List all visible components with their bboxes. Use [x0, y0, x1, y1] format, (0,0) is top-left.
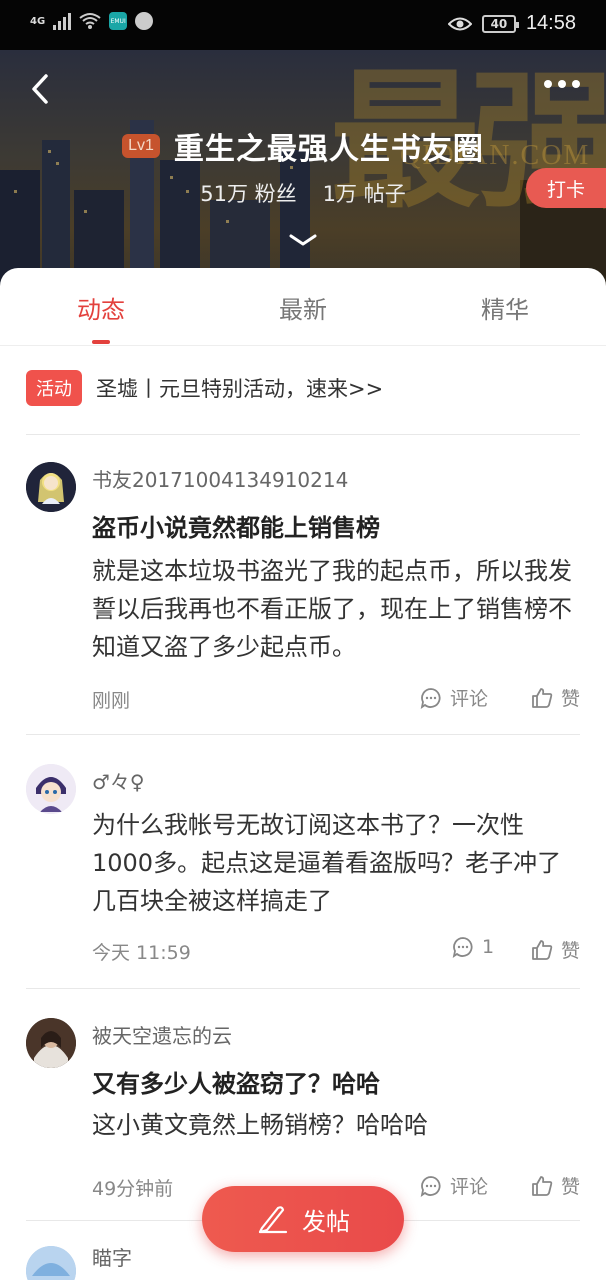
- divider: [26, 988, 580, 989]
- like-button[interactable]: 赞: [531, 936, 580, 963]
- fans-count: 51万 粉丝: [200, 182, 297, 206]
- tab-bar: 动态 最新 精华: [0, 268, 606, 346]
- checkin-button[interactable]: 打卡: [526, 168, 606, 208]
- like-label: 赞: [560, 688, 580, 710]
- comment-button[interactable]: 评论: [420, 1172, 488, 1199]
- network-label: 4G: [30, 15, 46, 27]
- like-icon: [532, 687, 553, 708]
- post-title: 又有多少人被盗窃了？哈哈: [92, 1070, 380, 1098]
- post-time: 49分钟前: [92, 1178, 174, 1200]
- post-body: 为什么我帐号无故订阅这本书了？一次性1000多。起点这是逼着看盗版吗？老子冲了几…: [92, 811, 562, 915]
- posts-count: 1万 帖子: [322, 182, 406, 206]
- divider: [26, 434, 580, 435]
- avatar[interactable]: [26, 462, 76, 512]
- chevron-down-icon[interactable]: [288, 230, 318, 250]
- comment-count: 1: [482, 936, 495, 958]
- tab-indicator: [92, 340, 110, 344]
- comment-button[interactable]: 1: [452, 936, 494, 958]
- activity-banner[interactable]: 活动 圣墟丨元旦特别活动，速来>>: [26, 370, 383, 406]
- page-title: 重生之最强人生书友圈: [173, 132, 484, 167]
- tab-latest[interactable]: 最新: [243, 290, 363, 325]
- app-badge-icon: EMUI: [109, 12, 128, 30]
- new-post-button[interactable]: 发帖: [202, 1186, 404, 1252]
- status-bar: 4G EMUI 40 14:58: [0, 0, 606, 50]
- comment-label: 评论: [450, 688, 489, 710]
- more-icon[interactable]: [544, 80, 580, 88]
- wifi-icon: [79, 13, 101, 29]
- stats-row: 51万 粉丝 1万 帖子: [0, 178, 606, 208]
- avatar[interactable]: [26, 1018, 76, 1068]
- level-badge: Lv1: [122, 134, 160, 158]
- clock: 14:58: [525, 12, 576, 34]
- comment-button[interactable]: 评论: [420, 684, 488, 711]
- list-item[interactable]: 被天空遗忘的云 又有多少人被盗窃了？哈哈 这小黄文竟然上畅销榜？哈哈哈 49分钟…: [0, 1014, 606, 1214]
- username[interactable]: 书友20171004134910214: [92, 464, 348, 493]
- pen-icon: [258, 1206, 288, 1234]
- new-post-label: 发帖: [302, 1207, 350, 1236]
- username[interactable]: ♂々♀: [92, 766, 145, 795]
- status-right: 40 14:58: [447, 12, 576, 35]
- post-time: 刚刚: [92, 690, 131, 712]
- list-item[interactable]: 书友20171004134910214 盗币小说竟然都能上销售榜 就是这本垃圾书…: [0, 458, 606, 728]
- comment-icon: [420, 687, 441, 709]
- eye-icon: [447, 17, 472, 30]
- comment-icon: [420, 1175, 441, 1197]
- hand-icon: [135, 12, 154, 30]
- status-left: 4G EMUI: [30, 12, 154, 30]
- like-label: 赞: [560, 940, 580, 962]
- back-icon[interactable]: [26, 72, 56, 106]
- like-icon: [532, 1175, 553, 1196]
- like-label: 赞: [560, 1176, 580, 1198]
- comment-label: 评论: [450, 1176, 489, 1198]
- signal-icon: [53, 12, 72, 30]
- avatar[interactable]: [26, 764, 76, 814]
- post-time: 今天 11:59: [92, 942, 191, 964]
- battery-icon: 40: [481, 14, 519, 33]
- avatar[interactable]: [26, 1246, 76, 1280]
- activity-tag: 活动: [26, 370, 82, 406]
- circle-header: 最 强 QIDIAN.COM Lv1 重生之最强人生书友圈 51万 粉丝 1万 …: [0, 50, 606, 290]
- post-title: 盗币小说竟然都能上销售榜: [92, 514, 380, 542]
- post-body: 就是这本垃圾书盗光了我的起点币，所以我发誓以后我再也不看正版了，现在上了销售榜不…: [92, 557, 572, 661]
- like-button[interactable]: 赞: [531, 684, 580, 711]
- content-panel: 动态 最新 精华 活动 圣墟丨元旦特别活动，速来>> 书友20171004134…: [0, 268, 606, 1280]
- like-icon: [532, 939, 553, 960]
- divider: [26, 734, 580, 735]
- list-item[interactable]: ♂々♀ 为什么我帐号无故订阅这本书了？一次性1000多。起点这是逼着看盗版吗？老…: [0, 760, 606, 980]
- like-button[interactable]: 赞: [531, 1172, 580, 1199]
- activity-text: 圣墟丨元旦特别活动，速来>>: [96, 377, 384, 401]
- post-body: 这小黄文竟然上畅销榜？哈哈哈: [92, 1111, 428, 1139]
- tab-featured[interactable]: 精华: [445, 290, 565, 325]
- title-row: Lv1 重生之最强人生书友圈: [0, 124, 606, 168]
- comment-icon: [452, 937, 473, 958]
- username[interactable]: 被天空遗忘的云: [92, 1020, 232, 1049]
- tab-dynamic[interactable]: 动态: [41, 290, 161, 325]
- username[interactable]: 瞄字: [92, 1242, 132, 1271]
